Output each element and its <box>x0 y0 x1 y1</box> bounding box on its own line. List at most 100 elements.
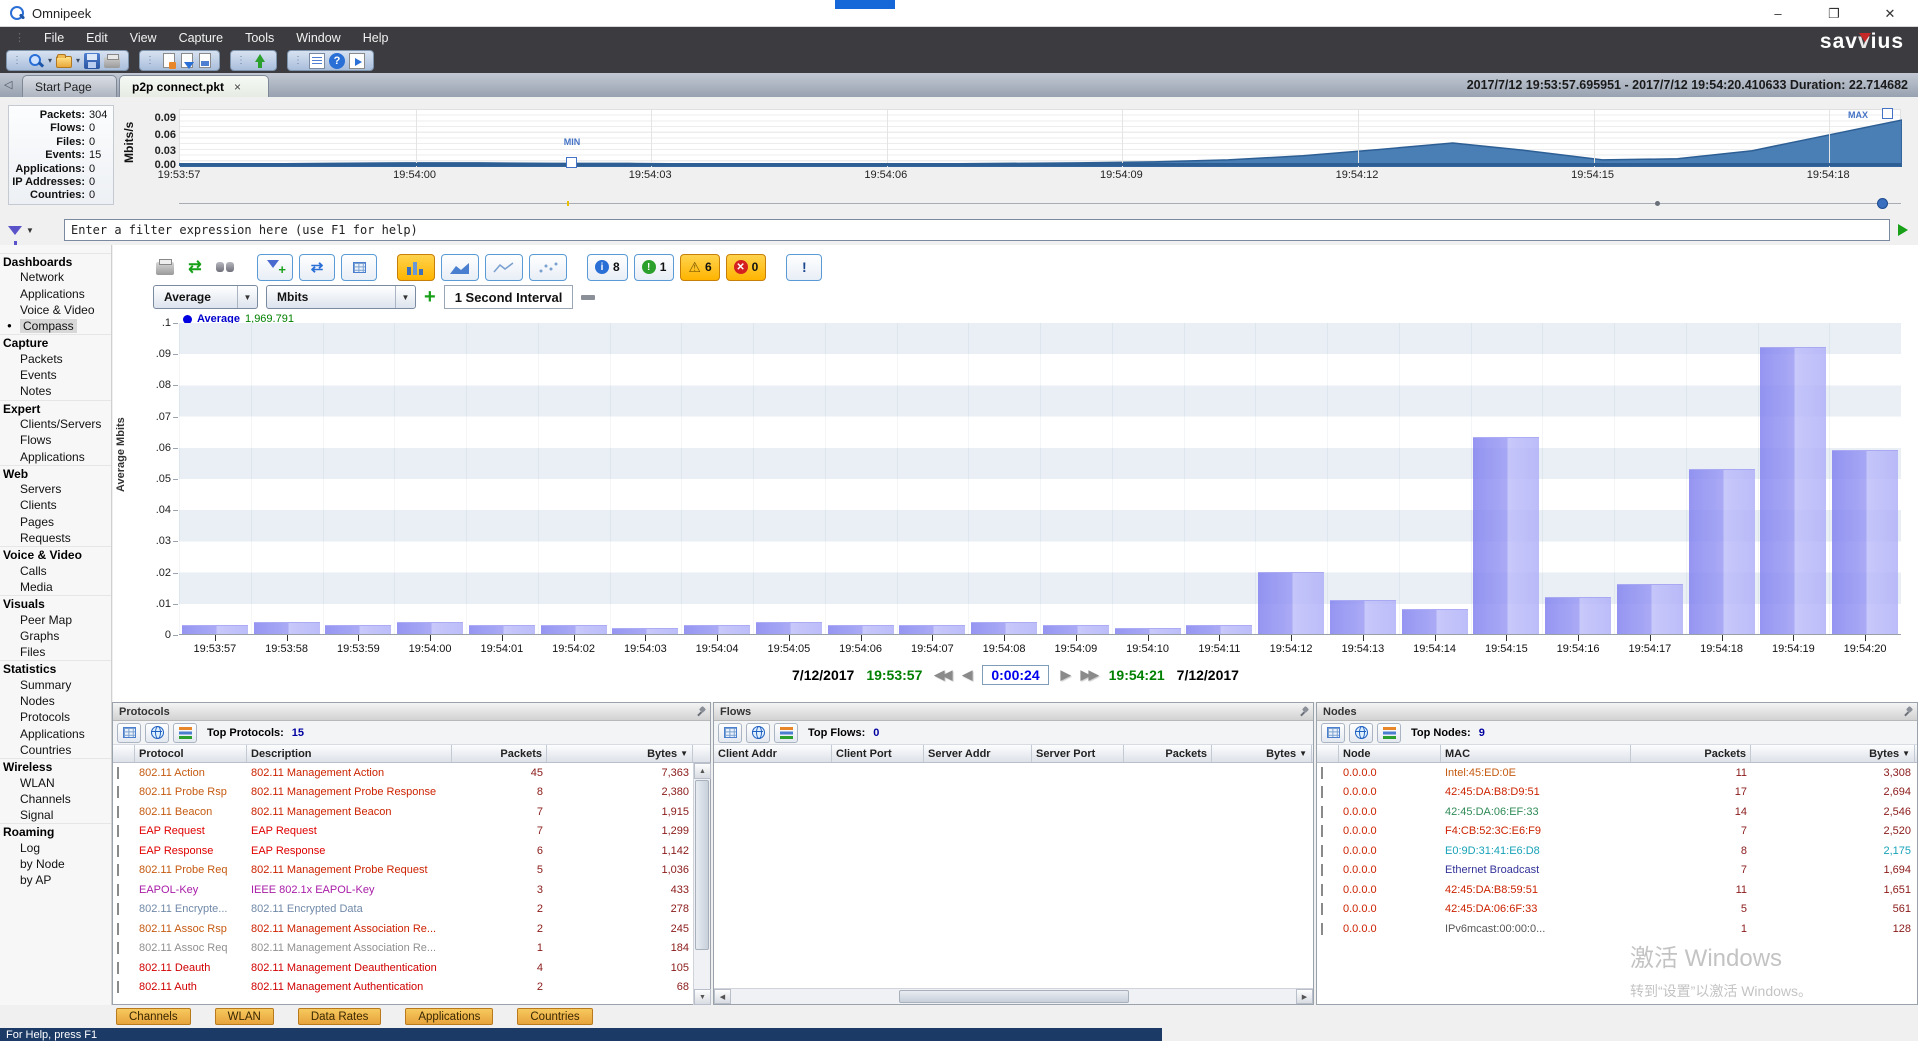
table-row[interactable]: 0.0.0.0F4:CB:52:3C:E6:F972,520 <box>1317 822 1917 842</box>
step-back-button[interactable]: ◀ <box>962 667 970 683</box>
timeline-max-checkbox[interactable] <box>1882 108 1893 119</box>
row-checkbox[interactable] <box>117 942 119 954</box>
scroll-down-icon[interactable]: ▼ <box>694 989 711 1005</box>
select-related-button[interactable]: ⇄ <box>299 254 335 281</box>
table-view-button[interactable] <box>1321 723 1345 743</box>
table-row[interactable]: 0.0.0.0IPv6mcast:00:00:0...1128 <box>1317 919 1917 939</box>
row-checkbox[interactable] <box>1321 767 1323 779</box>
chart-bar[interactable] <box>828 625 894 634</box>
pin-icon[interactable] <box>1297 706 1309 718</box>
chart-bar[interactable] <box>1186 625 1252 634</box>
chart-bar[interactable] <box>1689 469 1755 634</box>
table-row[interactable]: 802.11 Assoc Req802.11 Management Associ… <box>113 939 710 959</box>
sidebar-item-packets[interactable]: Packets <box>0 351 111 367</box>
scroll-up-icon[interactable]: ▲ <box>694 763 711 779</box>
menu-help[interactable]: Help <box>352 29 400 47</box>
sidebar-item-clients-servers[interactable]: Clients/Servers <box>0 416 111 432</box>
row-checkbox[interactable] <box>117 767 119 779</box>
sidebar-item-log[interactable]: Log <box>0 840 111 856</box>
bottom-tab-applications[interactable]: Applications <box>405 1008 493 1025</box>
print-icon[interactable] <box>104 57 120 68</box>
row-checkbox[interactable] <box>1321 903 1323 915</box>
map-view-button[interactable] <box>1349 723 1373 743</box>
row-checkbox[interactable] <box>1321 786 1323 798</box>
chart-bar[interactable] <box>1545 597 1611 634</box>
sidebar-item-compass[interactable]: Compass <box>0 318 111 334</box>
sidebar-item-pages[interactable]: Pages <box>0 514 111 530</box>
chart-bar[interactable] <box>1043 625 1109 634</box>
sidebar-item-graphs[interactable]: Graphs <box>0 628 111 644</box>
map-view-button[interactable] <box>145 723 169 743</box>
maximize-button[interactable]: ❐ <box>1806 0 1862 27</box>
menu-view[interactable]: View <box>119 29 168 47</box>
menu-edit[interactable]: Edit <box>75 29 119 47</box>
sidebar-item-events[interactable]: Events <box>0 367 111 383</box>
sidebar-item-protocols[interactable]: Protocols <box>0 709 111 725</box>
column-header-client-addr[interactable]: Client Addr <box>714 745 832 762</box>
chart-view-button[interactable] <box>774 723 798 743</box>
log-window-icon[interactable] <box>199 53 211 68</box>
table-row[interactable]: 802.11 Encrypte...802.11 Encrypted Data2… <box>113 900 710 920</box>
sidebar-item-network[interactable]: Network <box>0 269 111 285</box>
chart-view-button[interactable] <box>1377 723 1401 743</box>
table-row[interactable]: 0.0.0.042:45:DA:B8:D9:51172,694 <box>1317 783 1917 803</box>
bottom-tab-channels[interactable]: Channels <box>116 1008 191 1025</box>
print-chart-button[interactable] <box>153 254 177 281</box>
line-chart-type-button[interactable] <box>485 254 523 281</box>
filters-icon[interactable] <box>181 53 193 68</box>
table-row[interactable]: 802.11 Action802.11 Management Action457… <box>113 763 710 783</box>
sidebar-item-countries[interactable]: Countries <box>0 742 111 758</box>
apply-filter-button[interactable] <box>1894 221 1912 239</box>
sidebar-item-signal[interactable]: Signal <box>0 807 111 823</box>
refresh-button[interactable]: ⇄ <box>183 254 207 281</box>
row-checkbox[interactable] <box>117 962 119 974</box>
bottom-tab-data-rates[interactable]: Data Rates <box>298 1008 382 1025</box>
table-row[interactable]: 802.11 Assoc Rsp802.11 Management Associ… <box>113 919 710 939</box>
zoom-out-interval-icon[interactable] <box>581 295 595 300</box>
column-header-checkbox[interactable] <box>1317 745 1339 762</box>
protocols-scrollbar[interactable]: ▲ ▼ <box>693 763 710 1005</box>
sidebar-item-wlan[interactable]: WLAN <box>0 775 111 791</box>
scatter-chart-type-button[interactable] <box>529 254 567 281</box>
open-file-icon[interactable] <box>56 56 72 68</box>
column-header-bytes[interactable]: Bytes▼ <box>547 745 693 762</box>
sidebar-item-notes[interactable]: Notes <box>0 383 111 399</box>
sidebar-item-applications[interactable]: Applications <box>0 286 111 302</box>
timeline-chart[interactable] <box>179 109 1901 166</box>
row-checkbox[interactable] <box>117 903 119 915</box>
chart-bar[interactable] <box>1832 450 1898 634</box>
bottom-tab-wlan[interactable]: WLAN <box>215 1008 274 1025</box>
table-row[interactable]: 802.11 Beacon802.11 Management Beacon71,… <box>113 802 710 822</box>
close-button[interactable]: ✕ <box>1862 0 1918 27</box>
column-header-bytes[interactable]: Bytes▼ <box>1751 745 1915 762</box>
chart-bar[interactable] <box>1402 609 1468 634</box>
table-view-button[interactable] <box>718 723 742 743</box>
row-checkbox[interactable] <box>117 845 119 857</box>
nodes-panel-header[interactable]: Nodes <box>1317 703 1917 721</box>
area-chart-type-button[interactable] <box>441 254 479 281</box>
menu-window[interactable]: Window <box>285 29 351 47</box>
protocols-panel-header[interactable]: Protocols <box>113 703 710 721</box>
list-view-button[interactable] <box>341 254 377 281</box>
column-header-description[interactable]: Description <box>247 745 452 762</box>
sidebar-item-applications[interactable]: Applications <box>0 449 111 465</box>
sidebar-item-summary[interactable]: Summary <box>0 677 111 693</box>
scrubber-dot[interactable] <box>1655 201 1660 206</box>
tab-capture-file[interactable]: p2p connect.pkt × <box>119 75 269 97</box>
scroll-right-icon[interactable]: ▶ <box>1296 989 1313 1004</box>
column-header-bytes[interactable]: Bytes▼ <box>1212 745 1312 762</box>
chart-bar[interactable] <box>756 622 822 635</box>
step-forward-button[interactable]: ▶ <box>1061 667 1069 683</box>
sidebar-item-voice-video[interactable]: Voice & Video <box>0 302 111 318</box>
column-header-client-port[interactable]: Client Port <box>832 745 924 762</box>
bar-chart-type-button[interactable] <box>397 254 435 281</box>
chart-bar[interactable] <box>1617 584 1683 634</box>
sidebar-item-calls[interactable]: Calls <box>0 563 111 579</box>
scrollbar-thumb[interactable] <box>695 780 709 950</box>
chart-bar[interactable] <box>612 628 678 634</box>
table-row[interactable]: EAP ResponseEAP Response61,142 <box>113 841 710 861</box>
chart-bar[interactable] <box>971 622 1037 635</box>
chart-bar[interactable] <box>1258 572 1324 634</box>
tab-scroll-left-icon[interactable]: ◁ <box>4 78 12 91</box>
search-button[interactable] <box>213 254 237 281</box>
